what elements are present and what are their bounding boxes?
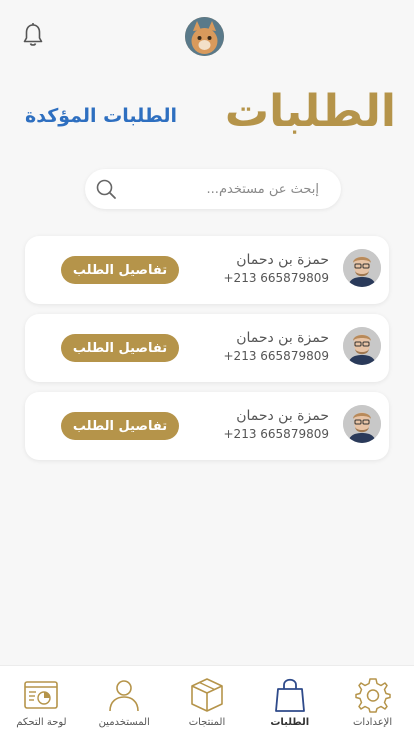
box-icon <box>191 678 223 712</box>
user-icon <box>109 680 139 712</box>
nav-label: المستخدمين <box>98 717 150 728</box>
profile-avatar[interactable] <box>185 17 224 56</box>
bell-icon[interactable] <box>22 22 44 48</box>
order-card: حمزة بن دحمان +213 665879809 تفاصيل الطل… <box>25 314 389 382</box>
avatar <box>343 249 381 287</box>
nav-label: الطلبات <box>270 717 310 728</box>
nav-item-products[interactable]: المنتجات <box>166 666 249 736</box>
order-details-button[interactable]: تفاصيل الطلب <box>61 412 179 440</box>
avatar <box>343 327 381 365</box>
shopping-bag-icon <box>274 678 305 712</box>
customer-name: حمزة بن دحمان <box>236 330 329 346</box>
order-details-button[interactable]: تفاصيل الطلب <box>61 256 179 284</box>
customer-name: حمزة بن دحمان <box>236 408 329 424</box>
search-box[interactable] <box>85 169 341 209</box>
top-bar <box>0 0 414 70</box>
page-title: الطلبات <box>224 86 396 137</box>
nav-item-dashboard[interactable]: لوحة التحكم <box>0 666 83 736</box>
user-photo-icon <box>343 405 381 443</box>
nav-item-users[interactable]: المستخدمين <box>83 666 166 736</box>
order-card: حمزة بن دحمان +213 665879809 تفاصيل الطل… <box>25 392 389 460</box>
customer-phone: +213 665879809 <box>223 271 330 285</box>
orders-list: حمزة بن دحمان +213 665879809 تفاصيل الطل… <box>25 236 389 470</box>
order-card: حمزة بن دحمان +213 665879809 تفاصيل الطل… <box>25 236 389 304</box>
nav-label: الإعدادات <box>353 717 393 728</box>
nav-item-orders[interactable]: الطلبات <box>248 666 331 736</box>
order-details-button[interactable]: تفاصيل الطلب <box>61 334 179 362</box>
gear-icon <box>354 678 391 713</box>
customer-name: حمزة بن دحمان <box>236 252 329 268</box>
nav-item-settings[interactable]: الإعدادات <box>331 666 414 736</box>
search-icon[interactable] <box>95 178 117 200</box>
cat-photo-icon <box>185 17 224 56</box>
user-photo-icon <box>343 327 381 365</box>
user-photo-icon <box>343 249 381 287</box>
dashboard-icon <box>24 681 59 709</box>
bottom-navigation: لوحة التحكم المستخدمين المنتجات الطلبات … <box>0 665 414 736</box>
customer-phone: +213 665879809 <box>223 349 330 363</box>
nav-label: المنتجات <box>188 717 226 728</box>
customer-phone: +213 665879809 <box>223 427 330 441</box>
nav-label: لوحة التحكم <box>16 717 67 728</box>
confirmed-orders-link[interactable]: الطلبات المؤكدة <box>25 105 177 127</box>
avatar <box>343 405 381 443</box>
search-input[interactable] <box>125 169 325 209</box>
